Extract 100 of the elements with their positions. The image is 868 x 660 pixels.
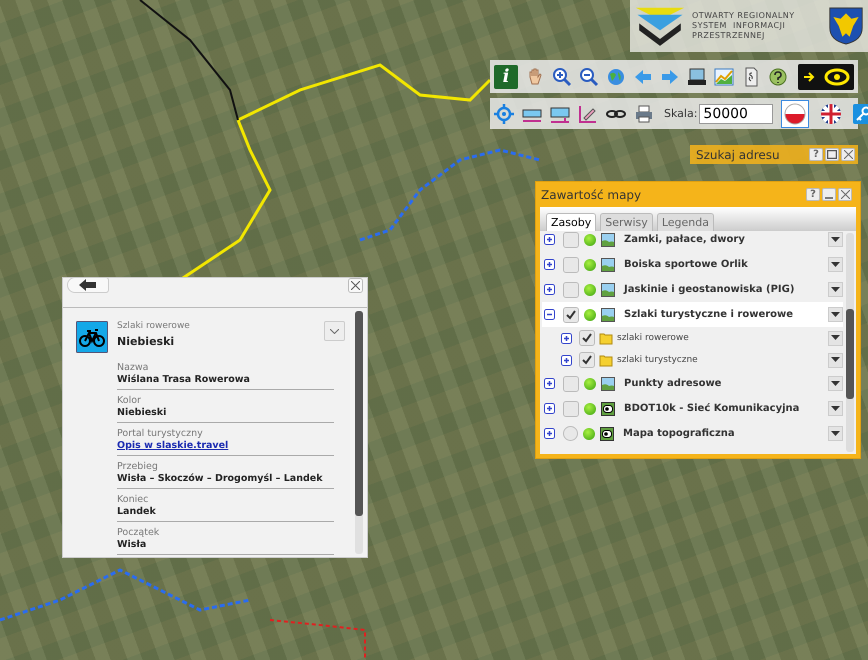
back-arrow-icon bbox=[79, 279, 97, 291]
close-icon[interactable] bbox=[838, 188, 852, 201]
tab[interactable]: Legenda bbox=[656, 213, 714, 231]
image-layer-icon bbox=[601, 376, 615, 390]
folder-icon bbox=[599, 331, 613, 345]
scrollbar[interactable] bbox=[355, 311, 363, 554]
layer-name: szlaki rowerowe bbox=[617, 333, 689, 343]
field-value: Wisła bbox=[117, 539, 148, 550]
layer-row[interactable]: Mapa topograficzna bbox=[542, 421, 843, 446]
field-label: Kolor bbox=[117, 395, 142, 406]
minimize-icon[interactable] bbox=[822, 188, 836, 201]
layer-name: BDOT10k - Sieć Komunikacyjna bbox=[624, 403, 800, 414]
dropdown-icon[interactable] bbox=[828, 426, 843, 441]
layer-row[interactable]: Boiska sportowe Orlik bbox=[542, 252, 843, 277]
panel-title: Szukaj adresu bbox=[696, 148, 780, 162]
back-button[interactable] bbox=[67, 277, 109, 293]
field-value: Niebieski bbox=[117, 407, 168, 418]
category-label: Szlaki rowerowe bbox=[117, 321, 191, 331]
checkbox[interactable] bbox=[579, 352, 595, 368]
help-button[interactable]: ? bbox=[809, 148, 823, 161]
logo-text: PRZESTRZENNEJ bbox=[692, 31, 766, 41]
status-dot-icon bbox=[583, 428, 595, 440]
radio-button[interactable] bbox=[563, 426, 578, 441]
image-layer-icon bbox=[601, 232, 615, 246]
info-button[interactable]: i bbox=[494, 64, 518, 88]
layer-name: Punkty adresowe bbox=[624, 378, 722, 389]
print-icon[interactable] bbox=[634, 104, 654, 124]
sublayer-row[interactable]: szlaki turystyczne bbox=[542, 349, 843, 371]
expand-icon[interactable] bbox=[544, 259, 555, 270]
key-icon[interactable] bbox=[853, 104, 868, 124]
zoom-out-icon[interactable] bbox=[579, 66, 599, 86]
dropdown-icon[interactable] bbox=[828, 307, 843, 322]
scale-label: Skala: bbox=[664, 107, 698, 120]
close-button[interactable] bbox=[348, 278, 363, 293]
status-dot-icon bbox=[584, 378, 596, 390]
field-label: Początek bbox=[117, 527, 160, 538]
dropdown-icon[interactable] bbox=[828, 282, 843, 297]
polish-flag-button[interactable] bbox=[781, 100, 810, 128]
expand-icon[interactable] bbox=[561, 332, 572, 344]
window-title: Zawartość mapy bbox=[541, 188, 642, 202]
field-label: Koniec bbox=[117, 494, 150, 505]
checkbox[interactable] bbox=[563, 232, 579, 248]
field-label: Nazwa bbox=[117, 362, 150, 373]
dropdown-icon[interactable] bbox=[828, 352, 843, 368]
dropdown-icon[interactable] bbox=[828, 232, 843, 247]
vector-layer-icon bbox=[600, 426, 614, 440]
status-dot-icon bbox=[584, 308, 596, 320]
expand-icon[interactable] bbox=[544, 428, 555, 439]
target-icon[interactable] bbox=[494, 104, 514, 124]
bicycle-icon bbox=[76, 321, 108, 353]
close-icon[interactable] bbox=[841, 148, 855, 161]
tab[interactable]: Serwisy bbox=[600, 213, 653, 231]
logo-text: SYSTEM INFORMACJI bbox=[692, 21, 786, 31]
collapse-icon[interactable] bbox=[544, 309, 555, 320]
vector-layer-icon bbox=[601, 402, 615, 416]
eye-icon bbox=[824, 68, 850, 86]
sublayer-row[interactable]: szlaki rowerowe bbox=[542, 327, 843, 349]
checkbox[interactable] bbox=[563, 306, 579, 322]
checkbox[interactable] bbox=[563, 400, 579, 416]
image-layer-icon bbox=[601, 308, 615, 322]
link[interactable]: Opis w slaskie.travel bbox=[117, 440, 334, 451]
scrollbar[interactable] bbox=[846, 233, 854, 452]
pencil-icon[interactable] bbox=[578, 104, 598, 124]
field-label: Przebieg bbox=[117, 461, 158, 472]
tab[interactable]: Zasoby bbox=[546, 213, 596, 231]
checkbox[interactable] bbox=[563, 376, 579, 392]
dropdown-icon[interactable] bbox=[828, 376, 843, 391]
status-dot-icon bbox=[584, 284, 596, 296]
image-layer-icon bbox=[601, 258, 615, 272]
field-value: Landek bbox=[117, 506, 157, 517]
folder-icon bbox=[599, 353, 613, 367]
zoom-in-icon[interactable] bbox=[552, 66, 572, 86]
eagle-coat-of-arms-icon bbox=[828, 6, 864, 46]
layer-row[interactable]: Zamki, pałace, dwory bbox=[542, 231, 843, 252]
expand-button[interactable] bbox=[324, 321, 345, 341]
expand-icon[interactable] bbox=[561, 354, 572, 366]
expand-icon[interactable] bbox=[544, 378, 555, 389]
layer-row[interactable]: Jaskinie i geostanowiska (PIG) bbox=[542, 277, 843, 302]
scale-input[interactable]: 50000 bbox=[699, 104, 774, 124]
expand-icon[interactable] bbox=[544, 403, 555, 414]
dropdown-icon[interactable] bbox=[828, 401, 843, 416]
layer-row[interactable]: BDOT10k - Sieć Komunikacyjna bbox=[542, 396, 843, 421]
dropdown-icon[interactable] bbox=[828, 330, 843, 346]
checkbox[interactable] bbox=[579, 330, 595, 346]
help-icon[interactable] bbox=[768, 66, 788, 86]
dropdown-icon[interactable] bbox=[828, 257, 843, 272]
expand-icon[interactable] bbox=[544, 234, 555, 245]
layer-row[interactable]: Punkty adresowe bbox=[542, 371, 843, 396]
checkbox[interactable] bbox=[563, 282, 579, 298]
visibility-toggle[interactable] bbox=[798, 64, 854, 90]
expand-icon[interactable] bbox=[544, 284, 555, 295]
maximize-icon[interactable] bbox=[825, 148, 839, 161]
chevron-down-icon bbox=[330, 328, 339, 334]
help-button[interactable]: ? bbox=[806, 188, 820, 201]
status-dot-icon bbox=[584, 258, 596, 270]
layer-row[interactable]: Szlaki turystyczne i rowerowe bbox=[542, 302, 843, 327]
chart-icon[interactable] bbox=[714, 66, 734, 86]
image-layer-icon bbox=[601, 282, 615, 296]
field-value: Wisła – Skoczów – Drogomyśl – Landek bbox=[117, 473, 324, 484]
checkbox[interactable] bbox=[563, 256, 579, 272]
